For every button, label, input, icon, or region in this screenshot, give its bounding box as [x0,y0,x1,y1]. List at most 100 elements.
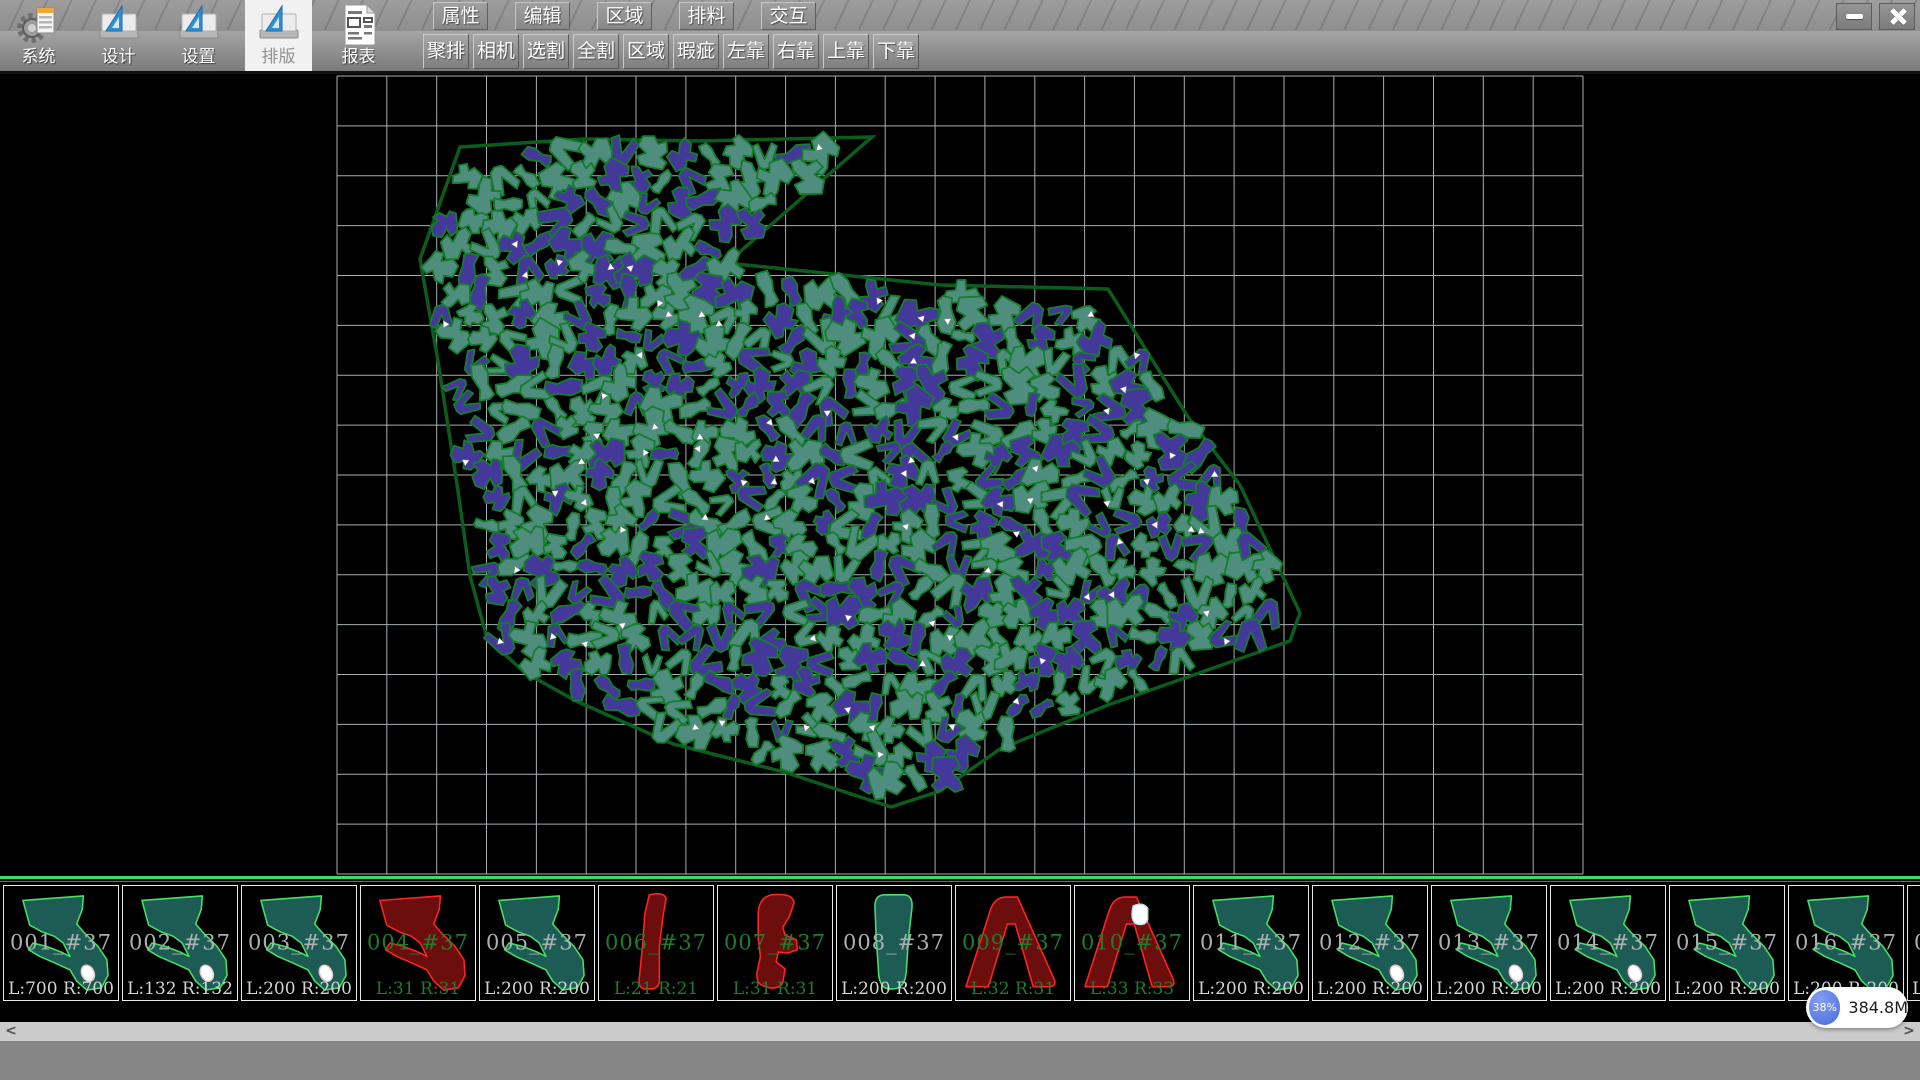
piece-lr-label: L:700 R:700 [8,979,114,999]
piece-lr-label: L:200 R:200 [1912,979,1920,999]
piece-lr-label: L:31 R:31 [733,979,817,999]
piece-id-label: 008_#37 [843,931,945,955]
tool-defect[interactable]: 瑕疵 [673,34,719,69]
gear-system-icon [17,3,61,47]
piece-id-label: 009_#37 [962,931,1064,955]
piece-lr-label: L:200 R:200 [841,979,947,999]
app-tab-system[interactable]: 系统 [5,0,72,71]
menu-tab-edit[interactable]: 编辑 [515,2,570,30]
scroll-right-arrow[interactable]: > [1898,1022,1920,1041]
piece-thumbnail[interactable]: 003_#37 L:200 R:200 [241,885,357,1001]
minimize-button[interactable] [1836,3,1872,30]
memory-badge: 38% 384.8M [1806,987,1908,1028]
piece-lr-label: L:32 R:31 [971,979,1055,999]
tool-snap-bottom[interactable]: 下靠 [873,34,919,69]
piece-id-label: 015_#37 [1676,931,1778,955]
memory-size-label: 384.8M [1848,998,1908,1017]
piece-thumbnail[interactable]: 012_#37 L:200 R:200 [1312,885,1428,1001]
piece-id-label: 006_#37 [605,931,707,955]
piece-lr-label: L:200 R:200 [1555,979,1661,999]
piece-id-label: 002_#37 [129,931,231,955]
app-tab-label: 设置 [182,47,216,67]
piece-thumbnail[interactable]: 014_#37 L:200 R:200 [1550,885,1666,1001]
tool-camera[interactable]: 相机 [473,34,519,69]
app-tab-report[interactable]: 报表 [325,0,392,71]
horizontal-scrollbar[interactable]: < > [0,1022,1920,1041]
ruler-layout-icon [257,3,301,47]
piece-thumbnail[interactable]: 002_#37 L:132 R:132 [122,885,238,1001]
nesting-canvas[interactable] [0,74,1920,877]
piece-thumbnail-strip: 001_#37 L:700 R:700 002_#37 L:132 R:132 003_… [0,885,1920,1003]
piece-thumbnail[interactable]: 013_#37 L:200 R:200 [1431,885,1547,1001]
strip-separator [0,876,1920,884]
report-icon [337,3,381,47]
piece-thumbnail[interactable]: 004_#37 L:31 R:31 [360,885,476,1001]
app-tab-layout[interactable]: 排版 [245,0,312,71]
piece-lr-label: L:21 R:21 [614,979,698,999]
close-icon [1888,7,1907,26]
piece-id-label: 011_#37 [1200,931,1302,955]
titlebar: 系统设计设置排版报表 属性编辑区域排料交互 聚排相机选割全割区域瑕疵左靠右靠上靠… [0,0,1920,74]
piece-lr-label: L:200 R:200 [1198,979,1304,999]
piece-thumbnail[interactable]: 017_#37 L:200 R:200 [1907,885,1920,1001]
piece-id-label: 001_#37 [10,931,112,955]
piece-lr-label: L:200 R:200 [1436,979,1542,999]
piece-thumbnail[interactable]: 007_#37 L:31 R:31 [717,885,833,1001]
piece-lr-label: L:33 R:33 [1090,979,1174,999]
menu-tab-row: 属性编辑区域排料交互 [433,2,816,30]
piece-id-label: 014_#37 [1557,931,1659,955]
tool-cluster-nest[interactable]: 聚排 [423,34,469,69]
piece-id-label: 010_#37 [1081,931,1183,955]
piece-thumbnail[interactable]: 008_#37 L:200 R:200 [836,885,952,1001]
tool-region[interactable]: 区域 [623,34,669,69]
close-button[interactable] [1879,3,1915,30]
app-tab-label: 排版 [262,47,296,67]
piece-id-label: 016_#37 [1795,931,1897,955]
piece-lr-label: L:31 R:31 [376,979,460,999]
app-tab-label: 报表 [342,47,376,67]
bottom-frame [0,1041,1920,1080]
piece-id-label: 005_#37 [486,931,588,955]
hide-nesting-view [0,74,1920,877]
piece-lr-label: L:200 R:200 [484,979,590,999]
piece-id-label: 007_#37 [724,931,826,955]
ruler-settings-icon [177,3,221,47]
piece-thumbnail[interactable]: 015_#37 L:200 R:200 [1669,885,1785,1001]
app-tab-settings[interactable]: 设置 [165,0,232,71]
piece-lr-label: L:200 R:200 [246,979,352,999]
app-buttons: 系统 设计 设置 排版 报表 [5,0,392,71]
menu-tab-nesting[interactable]: 排料 [679,2,734,30]
piece-thumbnail[interactable]: 006_#37 L:21 R:21 [598,885,714,1001]
tool-snap-right[interactable]: 右靠 [773,34,819,69]
tool-snap-top[interactable]: 上靠 [823,34,869,69]
app-tab-design[interactable]: 设计 [85,0,152,71]
ruler-design-icon [97,3,141,47]
menu-tab-properties[interactable]: 属性 [433,2,488,30]
piece-thumbnail[interactable]: 005_#37 L:200 R:200 [479,885,595,1001]
app-tab-label: 系统 [22,47,56,67]
tool-cut-all[interactable]: 全割 [573,34,619,69]
menu-tab-region[interactable]: 区域 [597,2,652,30]
piece-thumbnail[interactable]: 016_#37L:200 R:200 [1788,885,1904,1001]
minimize-icon [1846,14,1863,19]
piece-thumbnail[interactable]: 011_#37 L:200 R:200 [1193,885,1309,1001]
piece-thumbnail[interactable]: 001_#37 L:700 R:700 [3,885,119,1001]
piece-lr-label: L:200 R:200 [1674,979,1780,999]
piece-lr-label: L:132 R:132 [127,979,233,999]
piece-id-label: 004_#37 [367,931,469,955]
piece-id-label: 003_#37 [248,931,350,955]
scroll-left-arrow[interactable]: < [0,1022,22,1041]
piece-thumbnail[interactable]: 009_#37 L:32 R:31 [955,885,1071,1001]
tool-button-row: 聚排相机选割全割区域瑕疵左靠右靠上靠下靠 [423,34,919,69]
piece-lr-label: L:200 R:200 [1317,979,1423,999]
window-controls [1836,3,1915,30]
memory-percent-indicator: 38% [1809,990,1840,1025]
app-tab-label: 设计 [102,47,136,67]
piece-id-label: 012_#37 [1319,931,1421,955]
tool-select-cut[interactable]: 选割 [523,34,569,69]
piece-thumbnail[interactable]: 010_#37 L:33 R:33 [1074,885,1190,1001]
piece-id-label: 013_#37 [1438,931,1540,955]
menu-tab-interact[interactable]: 交互 [761,2,816,30]
piece-id-label: 017_#37 [1914,931,1920,955]
tool-snap-left[interactable]: 左靠 [723,34,769,69]
